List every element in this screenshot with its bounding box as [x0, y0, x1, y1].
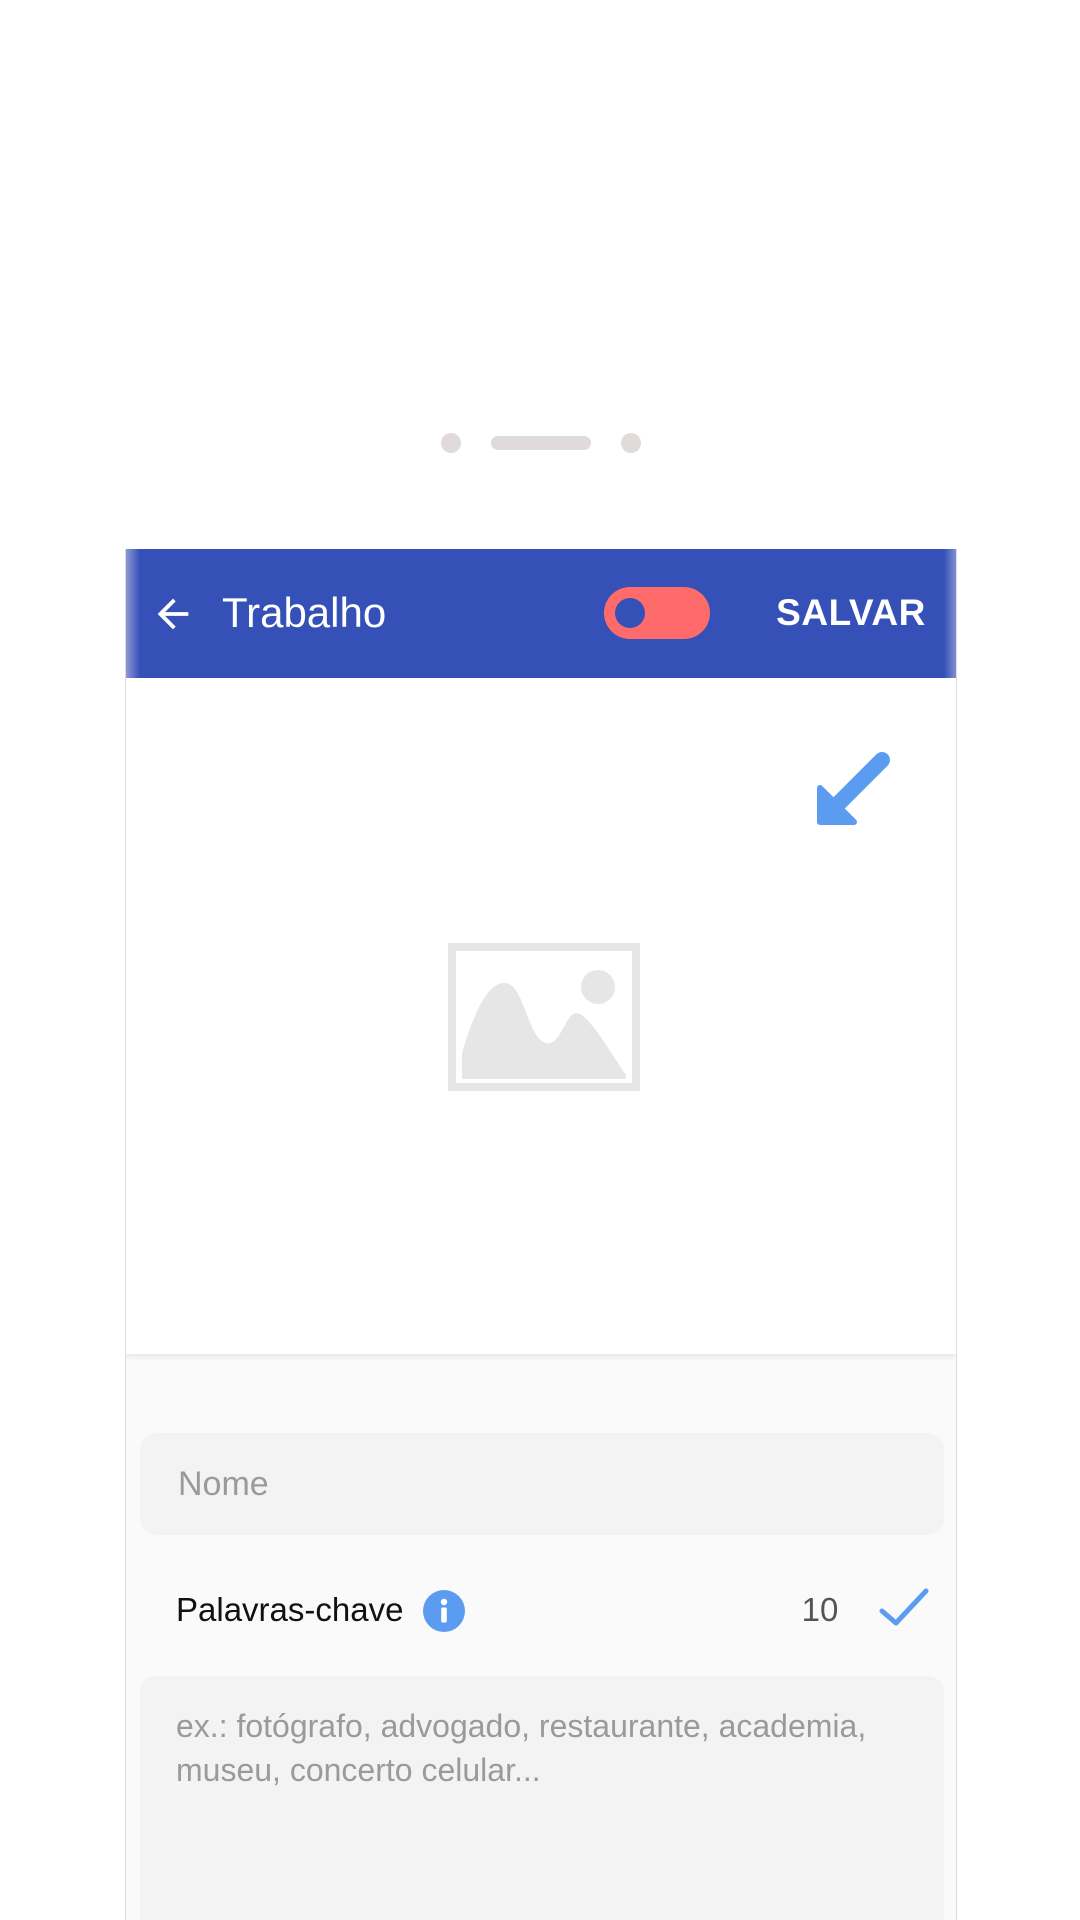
info-icon[interactable]: [423, 1590, 465, 1632]
front-camera-dot: [441, 433, 461, 453]
earpiece-speaker: [491, 436, 591, 450]
visibility-toggle[interactable]: [604, 587, 710, 639]
phone-frame: Trabalho SALVAR Nome Palavras-chave 10 e…: [0, 0, 1080, 1920]
keywords-label: Palavras-chave: [176, 1591, 404, 1628]
sensor-dot: [621, 433, 641, 453]
arrow-back-icon: [157, 598, 189, 630]
back-button[interactable]: [146, 587, 200, 641]
keywords-textarea[interactable]: ex.: fotógrafo, advogado, restaurante, a…: [140, 1676, 944, 1920]
app-bar: Trabalho SALVAR: [126, 549, 956, 678]
check-icon[interactable]: [878, 1585, 930, 1631]
keywords-count: 10: [801, 1591, 839, 1628]
page-title: Trabalho: [222, 589, 387, 636]
toggle-knob: [615, 598, 645, 628]
arrow-down-left-icon[interactable]: [802, 746, 898, 842]
app-screen: Trabalho SALVAR Nome Palavras-chave 10 e…: [125, 549, 957, 1920]
image-area[interactable]: [126, 678, 956, 1354]
name-input[interactable]: Nome: [140, 1433, 944, 1535]
save-button[interactable]: SALVAR: [766, 583, 936, 643]
image-placeholder-icon: [448, 943, 640, 1091]
